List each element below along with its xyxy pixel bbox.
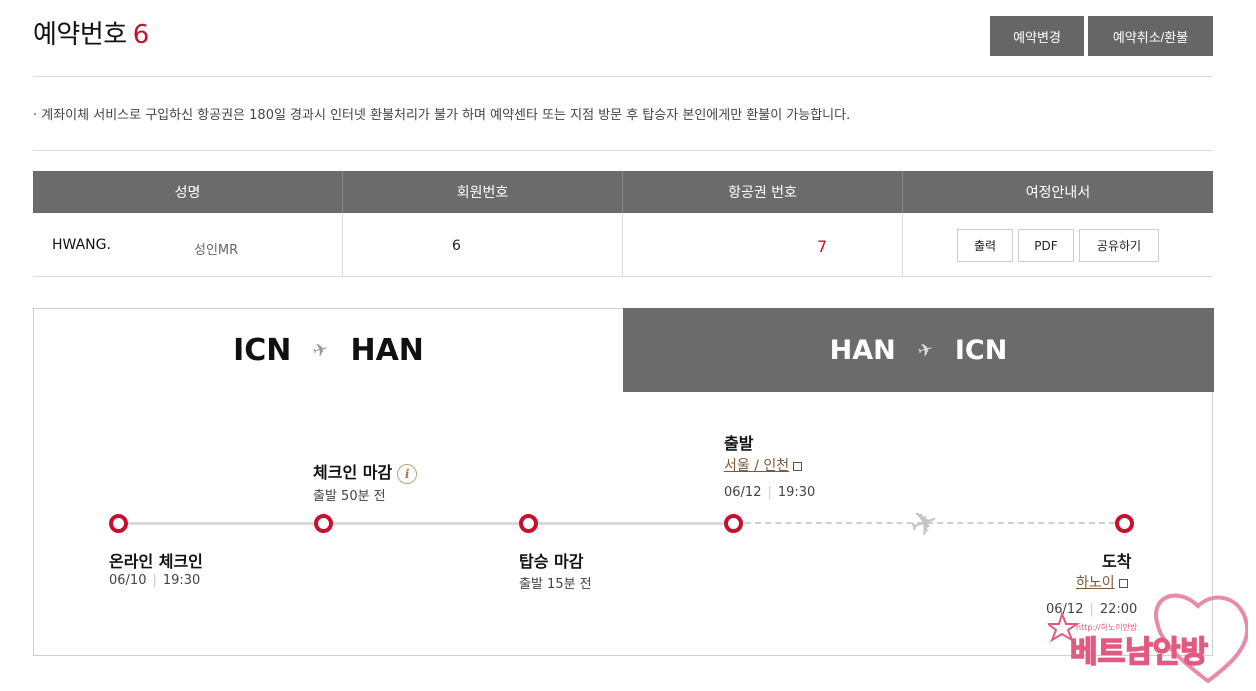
boarding-close-title: 탑승 마감 <box>519 552 584 571</box>
passenger-type: 성인MR <box>194 243 239 258</box>
tab-return[interactable]: HAN ✈ ICN <box>623 308 1214 392</box>
tab-outbound[interactable]: ICN ✈ HAN <box>33 308 623 392</box>
share-button[interactable]: 공유하기 <box>1079 229 1159 262</box>
reservation-number: 6 <box>132 20 150 50</box>
departure-date: 06/12 <box>724 485 762 500</box>
header-member-no: 회원번호 <box>343 171 623 213</box>
header-itinerary-doc: 여정안내서 <box>1025 185 1091 201</box>
svg-text:베트남안방: 베트남안방 <box>1070 635 1208 670</box>
header-ticket-no: 항공권 번호 <box>623 171 903 213</box>
tab-return-from: HAN <box>829 334 896 366</box>
timeline-track <box>118 522 733 525</box>
checkin-close-title: 체크인 마감 i <box>313 459 418 484</box>
arrival-title: 도착 <box>1102 552 1132 571</box>
svg-text:http://하노이안방: http://하노이안방 <box>1076 622 1138 632</box>
timeline-dot-boarding-close <box>519 514 538 533</box>
cell-ticket-no: 7 <box>623 213 903 276</box>
timeline-dot-departure <box>724 514 743 533</box>
online-checkin-title: 온라인 체크인 <box>109 552 203 571</box>
checkin-close-label: 체크인 마감 <box>313 463 393 482</box>
plane-icon: ✈ <box>915 337 936 363</box>
plane-icon: ✈ <box>310 338 331 363</box>
tab-outbound-from: ICN <box>233 333 292 368</box>
departure-place: 서울 / 인천 <box>724 458 790 474</box>
watermark-logo: http://하노이안방 베트남안방 <box>1048 593 1248 684</box>
departure-datetime: 06/12 | 19:30 <box>724 485 816 500</box>
change-reservation-button[interactable]: 예약변경 <box>990 16 1084 56</box>
header-name: 성명 <box>33 171 343 213</box>
cancel-refund-button[interactable]: 예약취소/환불 <box>1088 16 1213 56</box>
page-title: 예약번호 6 <box>33 14 149 51</box>
tab-return-to: ICN <box>954 334 1008 366</box>
timeline-dot-online-checkin <box>109 514 128 533</box>
boarding-close-sub: 출발 15분 전 <box>519 577 592 592</box>
departure-time: 19:30 <box>777 485 816 500</box>
departure-place-link[interactable]: 서울 / 인천 <box>724 455 803 475</box>
info-icon[interactable]: i <box>397 463 418 484</box>
table-header: 성명 회원번호 항공권 번호 여정안내서 <box>33 171 1213 213</box>
cell-itinerary-doc: 출력 PDF 공유하기 <box>903 213 1213 276</box>
divider <box>33 150 1213 151</box>
tab-outbound-to: HAN <box>350 333 424 368</box>
page-title-label: 예약번호 <box>33 20 127 50</box>
cell-member-no: 6 <box>343 213 623 276</box>
pdf-button[interactable]: PDF <box>1018 229 1074 262</box>
online-checkin-date: 06/10 <box>109 573 147 588</box>
refund-notice: · 계좌이체 서비스로 구입하신 항공권은 180일 경과시 인터넷 환불처리가… <box>33 108 851 123</box>
timeline-dot-checkin-close <box>314 514 333 533</box>
table-row: HWANG. 성인MR 6 7 출력 PDF 공유하기 <box>33 213 1213 277</box>
online-checkin-datetime: 06/10 | 19:30 <box>109 573 201 588</box>
checkin-close-sub: 출발 50분 전 <box>313 489 386 504</box>
print-button[interactable]: 출력 <box>957 229 1013 262</box>
timeline-dot-arrival <box>1115 514 1134 533</box>
cell-name: HWANG. 성인MR <box>33 213 343 276</box>
member-number: 6 <box>452 238 461 254</box>
departure-title: 출발 <box>724 434 754 453</box>
external-link-icon <box>793 461 803 471</box>
passenger-table: 성명 회원번호 항공권 번호 여정안내서 HWANG. 성인MR 6 7 출력 … <box>33 171 1213 277</box>
itinerary-panel: ICN ✈ HAN HAN ✈ ICN <box>33 308 1214 656</box>
passenger-name: HWANG. <box>52 237 111 253</box>
online-checkin-time: 19:30 <box>162 573 201 588</box>
divider <box>33 76 1213 77</box>
ticket-number: 7 <box>817 237 828 256</box>
